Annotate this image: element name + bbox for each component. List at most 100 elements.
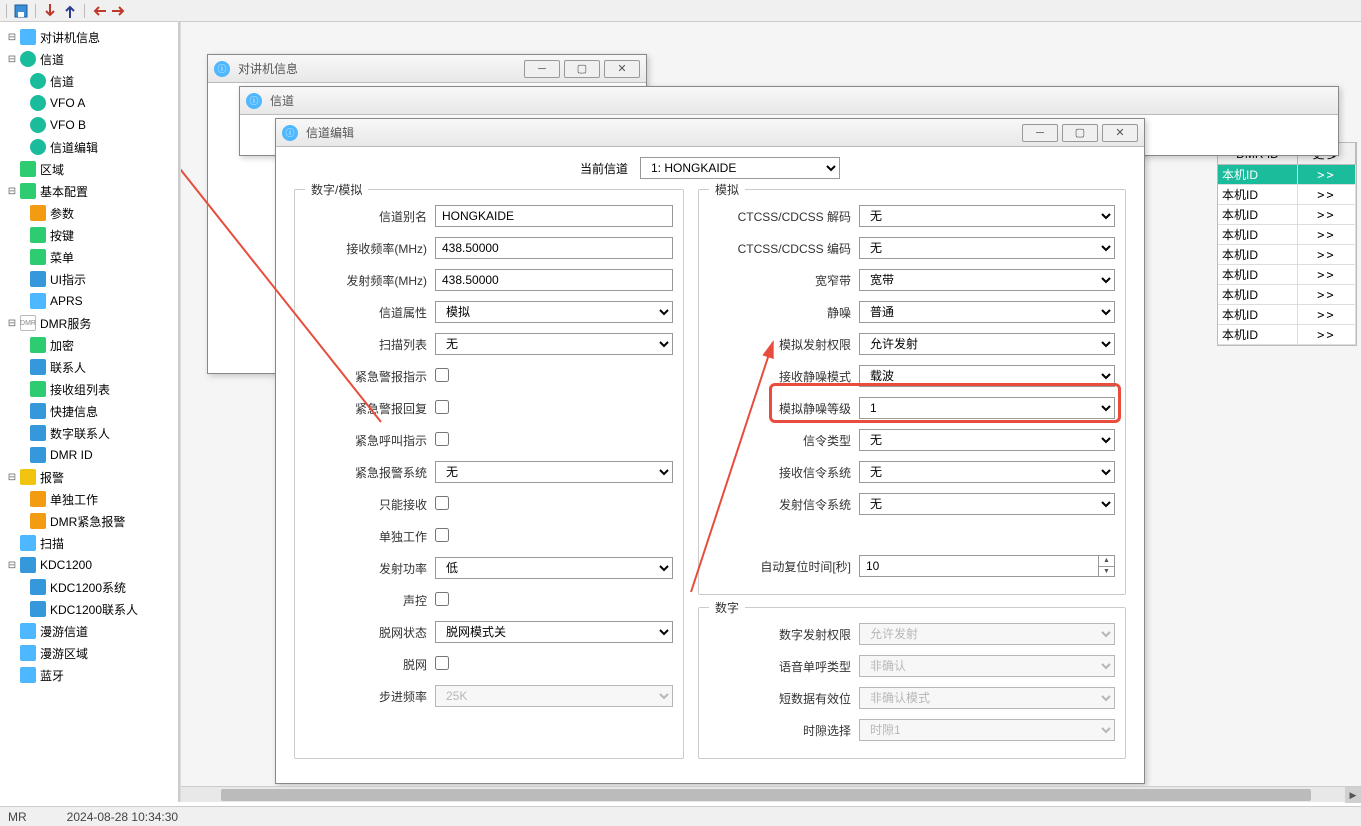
minimize-button[interactable]: ─ xyxy=(1022,124,1058,142)
sidebar-item[interactable]: 快捷信息 xyxy=(2,400,176,422)
current-channel-select[interactable]: 1: HONGKAIDE xyxy=(640,157,840,179)
select-input[interactable]: 1 xyxy=(859,397,1115,419)
sidebar-item[interactable]: 按键 xyxy=(2,224,176,246)
sidebar-item[interactable]: DMR紧急报警 xyxy=(2,510,176,532)
auto-reset-spinner[interactable]: 10 ▲ ▼ xyxy=(859,555,1115,577)
toolbar-arrow-left-icon[interactable] xyxy=(91,3,107,19)
select-input[interactable]: 无 xyxy=(859,205,1115,227)
table-cell-more[interactable]: >> xyxy=(1298,305,1356,324)
checkbox-input[interactable] xyxy=(435,592,449,606)
sidebar-item[interactable]: UI指示 xyxy=(2,268,176,290)
tree-expand-icon[interactable] xyxy=(6,647,18,659)
toolbar-arrow-up-icon[interactable] xyxy=(62,3,78,19)
sidebar-item[interactable]: ⊟对讲机信息 xyxy=(2,26,176,48)
table-cell-more[interactable]: >> xyxy=(1298,225,1356,244)
window-titlebar[interactable]: ⓘ 信道 xyxy=(240,87,1338,115)
select-input[interactable]: 模拟 xyxy=(435,301,673,323)
sidebar-item[interactable]: VFO B xyxy=(2,114,176,136)
toolbar-arrow-right-icon[interactable] xyxy=(111,3,127,19)
sidebar-item[interactable]: 接收组列表 xyxy=(2,378,176,400)
tree-expand-icon[interactable]: ⊟ xyxy=(6,317,18,329)
table-row[interactable]: 本机ID>> xyxy=(1218,325,1356,345)
sidebar-item[interactable]: KDC1200系统 xyxy=(2,576,176,598)
maximize-button[interactable]: ▢ xyxy=(564,60,600,78)
sidebar-item[interactable]: 区域 xyxy=(2,158,176,180)
table-row[interactable]: 本机ID>> xyxy=(1218,285,1356,305)
window-titlebar[interactable]: ⓘ 信道编辑 ─ ▢ ✕ xyxy=(276,119,1144,147)
sidebar-item[interactable]: DMR ID xyxy=(2,444,176,466)
sidebar-item[interactable]: 单独工作 xyxy=(2,488,176,510)
text-input[interactable] xyxy=(435,237,673,259)
tree-expand-icon[interactable]: ⊟ xyxy=(6,559,18,571)
sidebar-item[interactable]: 数字联系人 xyxy=(2,422,176,444)
select-input[interactable]: 无 xyxy=(435,333,673,355)
checkbox-input[interactable] xyxy=(435,528,449,542)
spinner-down-icon[interactable]: ▼ xyxy=(1099,567,1114,577)
select-input[interactable]: 无 xyxy=(435,461,673,483)
tree-expand-icon[interactable] xyxy=(6,537,18,549)
table-cell-more[interactable]: >> xyxy=(1298,185,1356,204)
table-cell-more[interactable]: >> xyxy=(1298,205,1356,224)
sidebar-item[interactable]: ⊟信道 xyxy=(2,48,176,70)
table-cell-more[interactable]: >> xyxy=(1298,285,1356,304)
table-row[interactable]: 本机ID>> xyxy=(1218,245,1356,265)
checkbox-input[interactable] xyxy=(435,432,449,446)
table-row[interactable]: 本机ID>> xyxy=(1218,305,1356,325)
close-button[interactable]: ✕ xyxy=(604,60,640,78)
minimize-button[interactable]: ─ xyxy=(524,60,560,78)
table-cell-more[interactable]: >> xyxy=(1298,165,1356,184)
toolbar-save-icon[interactable] xyxy=(13,3,29,19)
table-row[interactable]: 本机ID>> xyxy=(1218,225,1356,245)
sidebar-item[interactable]: ⊟报警 xyxy=(2,466,176,488)
tree-expand-icon[interactable]: ⊟ xyxy=(6,185,18,197)
select-input[interactable]: 载波 xyxy=(859,365,1115,387)
tree-expand-icon[interactable] xyxy=(6,669,18,681)
sidebar-item[interactable]: ⊟基本配置 xyxy=(2,180,176,202)
sidebar-item[interactable]: ⊟KDC1200 xyxy=(2,554,176,576)
sidebar-item[interactable]: 扫描 xyxy=(2,532,176,554)
table-row[interactable]: 本机ID>> xyxy=(1218,185,1356,205)
content-horizontal-scrollbar[interactable]: ▶ xyxy=(181,786,1361,802)
sidebar-item[interactable]: 联系人 xyxy=(2,356,176,378)
checkbox-input[interactable] xyxy=(435,656,449,670)
tree-expand-icon[interactable]: ⊟ xyxy=(6,31,18,43)
table-cell-more[interactable]: >> xyxy=(1298,265,1356,284)
close-button[interactable]: ✕ xyxy=(1102,124,1138,142)
table-row[interactable]: 本机ID>> xyxy=(1218,205,1356,225)
select-input[interactable]: 脱网模式关 xyxy=(435,621,673,643)
scroll-right-button[interactable]: ▶ xyxy=(1345,787,1361,803)
select-input[interactable]: 低 xyxy=(435,557,673,579)
select-input[interactable]: 无 xyxy=(859,237,1115,259)
checkbox-input[interactable] xyxy=(435,400,449,414)
select-input[interactable]: 无 xyxy=(859,429,1115,451)
sidebar-item[interactable]: 菜单 xyxy=(2,246,176,268)
tree-expand-icon[interactable]: ⊟ xyxy=(6,53,18,65)
checkbox-input[interactable] xyxy=(435,496,449,510)
sidebar-item[interactable]: 漫游信道 xyxy=(2,620,176,642)
tree-expand-icon[interactable] xyxy=(6,625,18,637)
sidebar-item[interactable]: 信道 xyxy=(2,70,176,92)
table-row[interactable]: 本机ID>> xyxy=(1218,265,1356,285)
select-input[interactable]: 普通 xyxy=(859,301,1115,323)
sidebar-item[interactable]: 信道编辑 xyxy=(2,136,176,158)
spinner-up-icon[interactable]: ▲ xyxy=(1099,556,1114,567)
text-input[interactable] xyxy=(435,205,673,227)
table-cell-more[interactable]: >> xyxy=(1298,325,1356,344)
sidebar-item[interactable]: ⊟DMRDMR服务 xyxy=(2,312,176,334)
toolbar-arrow-down-icon[interactable] xyxy=(42,3,58,19)
tree-expand-icon[interactable]: ⊟ xyxy=(6,471,18,483)
sidebar-item[interactable]: APRS xyxy=(2,290,176,312)
sidebar-item[interactable]: 加密 xyxy=(2,334,176,356)
tree-expand-icon[interactable] xyxy=(6,163,18,175)
sidebar-item[interactable]: 蓝牙 xyxy=(2,664,176,686)
window-titlebar[interactable]: ⓘ 对讲机信息 ─ ▢ ✕ xyxy=(208,55,646,83)
text-input[interactable] xyxy=(435,269,673,291)
select-input[interactable]: 允许发射 xyxy=(859,333,1115,355)
select-input[interactable]: 无 xyxy=(859,493,1115,515)
checkbox-input[interactable] xyxy=(435,368,449,382)
sidebar-item[interactable]: 漫游区域 xyxy=(2,642,176,664)
table-cell-more[interactable]: >> xyxy=(1298,245,1356,264)
select-input[interactable]: 宽带 xyxy=(859,269,1115,291)
sidebar-item[interactable]: 参数 xyxy=(2,202,176,224)
maximize-button[interactable]: ▢ xyxy=(1062,124,1098,142)
